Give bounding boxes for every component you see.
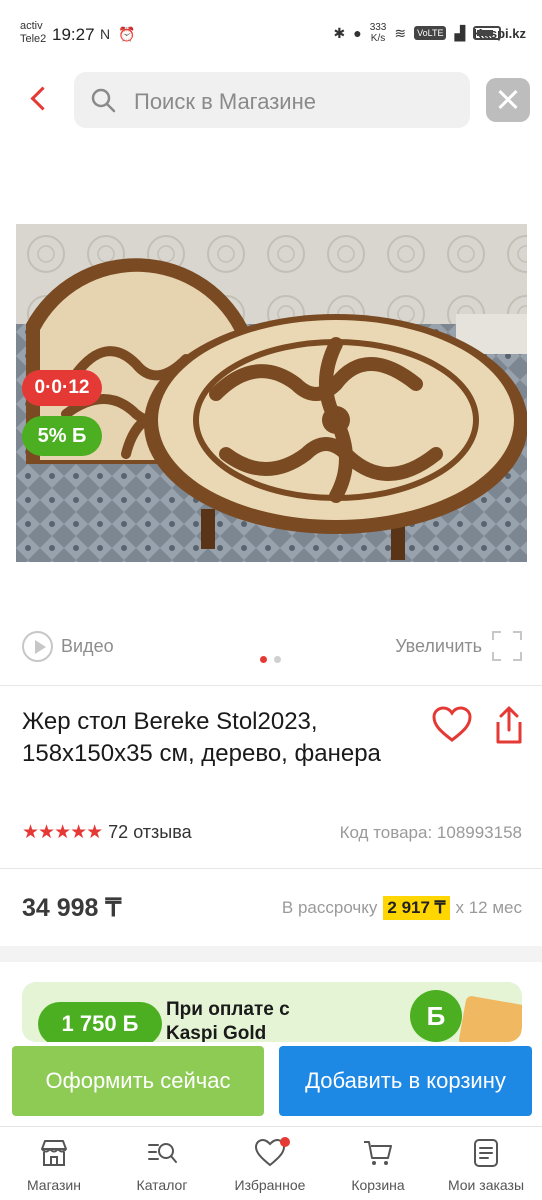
video-link[interactable]: Видео [22, 631, 114, 662]
bonus-coin-icon: Б [410, 990, 462, 1042]
heart-icon[interactable] [432, 706, 472, 744]
image-pagination [260, 656, 281, 663]
tab-catalog[interactable]: Каталог [108, 1137, 216, 1193]
tab-label: Каталог [136, 1177, 188, 1193]
rating-stars: ★★★★★ [22, 822, 103, 843]
installment-info: В рассрочку 2 917 ₸ x 12 мес [282, 896, 522, 920]
tab-favorites[interactable]: Избранное [216, 1137, 324, 1193]
tab-label: Корзина [351, 1177, 405, 1193]
product-code: Код товара: 108993158 [339, 823, 522, 842]
speed-unit: K/s [370, 33, 386, 44]
installment-badge: 0·0·12 [22, 370, 102, 406]
rating-row[interactable]: ★★★★★ 72 отзыва [22, 821, 192, 844]
promo-text-line-1: При оплате с [166, 999, 290, 1020]
bluetooth-icon: ✱ [333, 24, 346, 41]
carrier-line-2: Tele2 [20, 33, 47, 45]
share-icon[interactable] [494, 706, 524, 744]
kaspi-gold-promo[interactable]: 1 750 Б При оплате с Kaspi Gold Б [22, 982, 522, 1042]
gold-card-icon [458, 995, 522, 1042]
tab-label: Избранное [234, 1177, 306, 1193]
product-title: Жер стол Bereke Stol2023, 158x150x35 см,… [22, 708, 381, 767]
pagination-dot-active[interactable] [260, 656, 267, 663]
promo-text-line-2: Kaspi Gold [166, 1023, 267, 1042]
location-icon: ● [353, 25, 362, 41]
notification-icons: N ⏰ [100, 26, 138, 42]
tab-cart[interactable]: Корзина [324, 1137, 432, 1193]
installment-suffix: x 12 мес [455, 898, 523, 917]
tab-label: Магазин [26, 1177, 81, 1193]
promo-bonus-badge: 1 750 Б [38, 1002, 162, 1042]
reviews-link[interactable]: 72 отзыва [108, 822, 191, 843]
notification-dot [280, 1137, 290, 1147]
buy-now-button[interactable]: Оформить сейчас [12, 1046, 264, 1116]
tab-orders[interactable]: Мои заказы [432, 1137, 540, 1193]
bottom-tab-bar: Магазин Каталог Избранное Корзина Мои за… [0, 1126, 542, 1200]
bonus-badge: 5% Б [22, 416, 102, 456]
search-input[interactable]: Поиск в Магазине [74, 72, 470, 128]
orders-icon [474, 1139, 498, 1167]
tab-shop[interactable]: Магазин [0, 1137, 108, 1193]
add-to-cart-button[interactable]: Добавить в корзину [279, 1046, 532, 1116]
section-separator [0, 946, 542, 962]
divider [0, 685, 542, 686]
wifi-icon: ≋ [394, 24, 407, 41]
status-bar: activ Tele2 19:27 N ⏰ ✱ ● 333 K/s ≋ VoLT… [0, 0, 542, 60]
status-right-icons: ✱ ● 333 K/s ≋ VoLTE ▟ Kaspi.kz [333, 22, 526, 44]
battery-icon [473, 26, 502, 40]
pagination-dot[interactable] [274, 656, 281, 663]
installment-amount: 2 917 ₸ [383, 896, 450, 920]
product-price: 34 998 ₸ [22, 894, 122, 922]
promo-text: При оплате с Kaspi Gold [166, 998, 290, 1042]
divider [0, 868, 542, 869]
search-icon [91, 88, 116, 113]
cart-icon [364, 1141, 392, 1165]
carrier-name: activ Tele2 [20, 20, 46, 46]
search-placeholder: Поиск в Магазине [134, 89, 316, 114]
zoom-label: Увеличить [395, 635, 482, 656]
speed-value: 333 [369, 22, 387, 33]
back-button[interactable] [26, 82, 56, 118]
carrier-line-1: activ [20, 20, 43, 32]
signal-icon: ▟ [454, 24, 466, 41]
play-icon [22, 631, 53, 662]
close-button[interactable] [486, 78, 530, 122]
expand-icon [492, 631, 522, 661]
zoom-link[interactable]: Увеличить [395, 631, 522, 661]
installment-prefix: В рассрочку [281, 898, 378, 917]
status-time: 19:27 [52, 25, 95, 44]
shop-icon [41, 1140, 67, 1166]
network-speed: 333 K/s [370, 22, 387, 44]
video-label: Видео [61, 636, 114, 656]
volte-icon: VoLTE [414, 26, 447, 40]
catalog-search-icon [148, 1143, 177, 1163]
tab-label: Мои заказы [447, 1177, 525, 1193]
